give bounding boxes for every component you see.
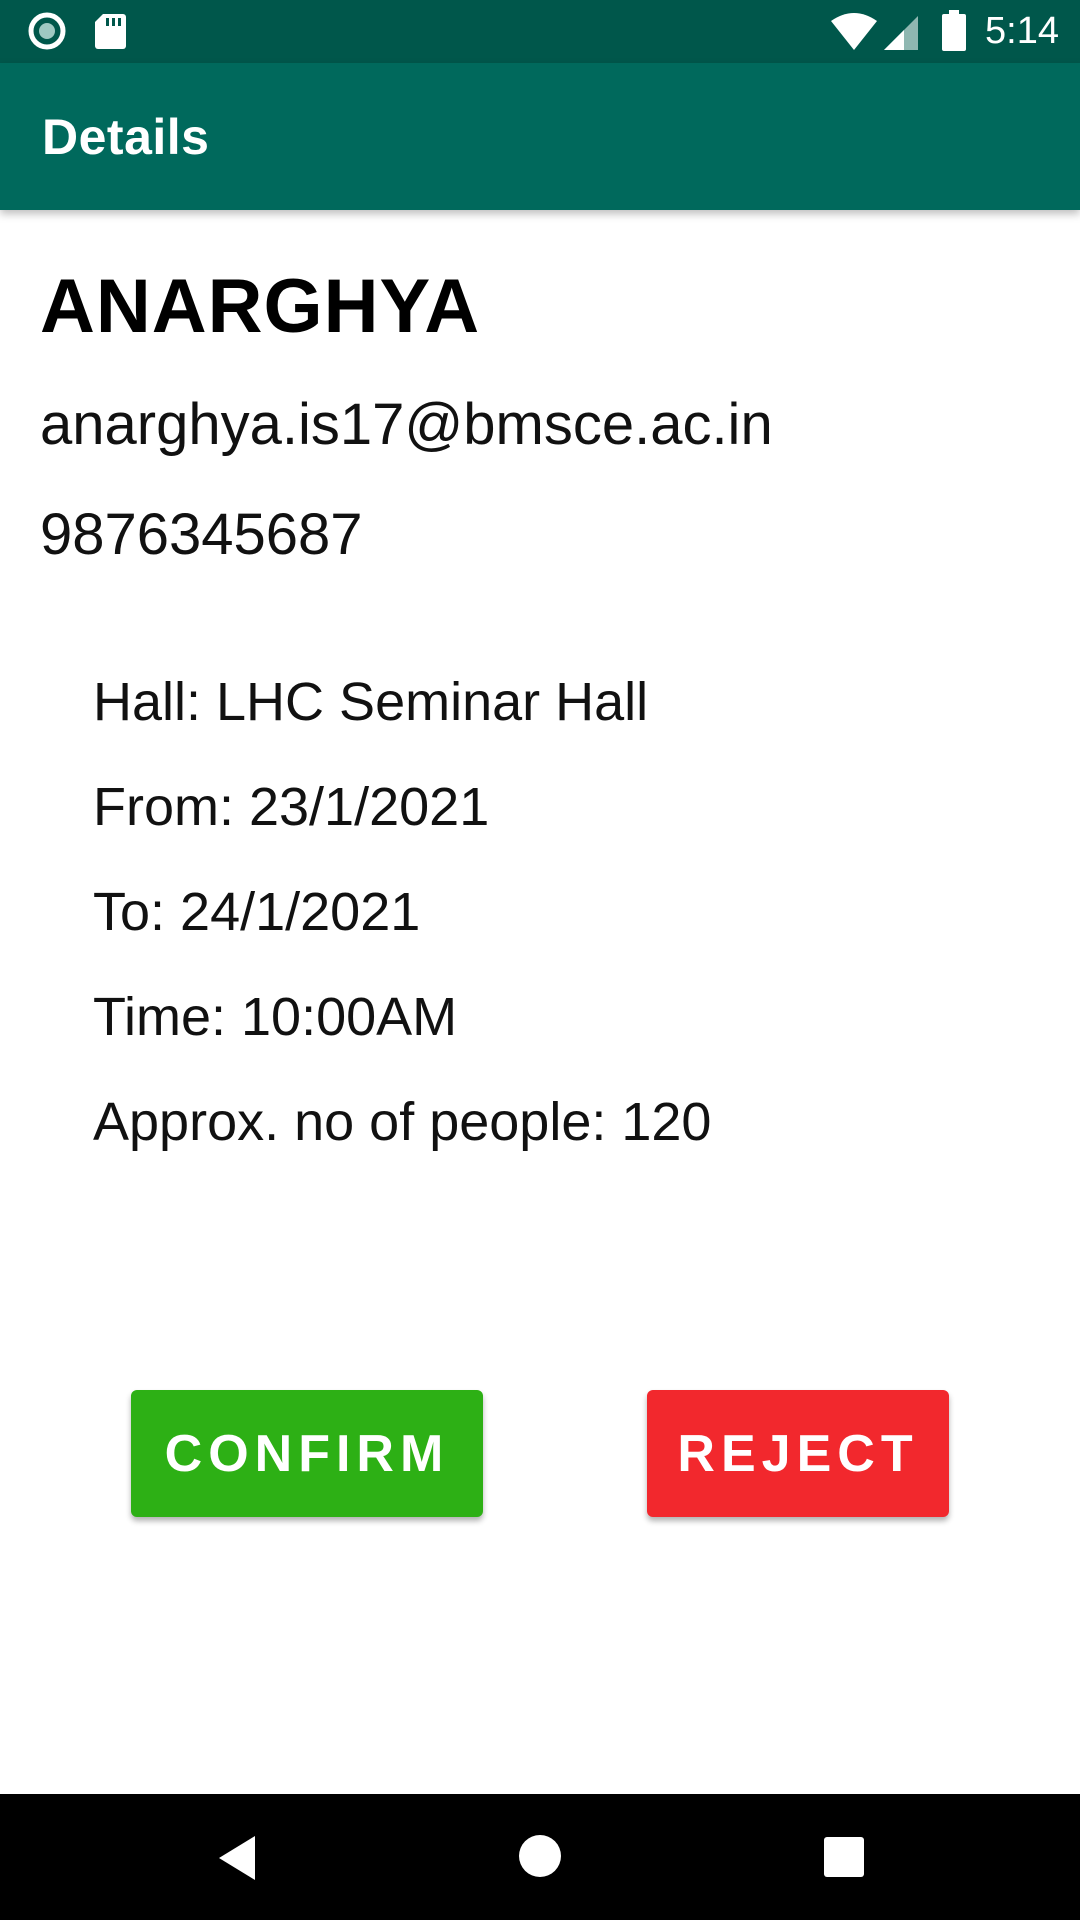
person-phone: 9876345687 bbox=[40, 502, 363, 567]
battery-icon bbox=[942, 10, 966, 51]
back-icon[interactable] bbox=[215, 1834, 259, 1882]
reject-button[interactable]: REJECT bbox=[647, 1390, 949, 1517]
wifi-icon bbox=[831, 13, 877, 50]
status-time: 5:14 bbox=[985, 10, 1059, 52]
person-name: ANARGHYA bbox=[40, 264, 481, 349]
app-bar: Details bbox=[0, 63, 1080, 210]
navigation-bar bbox=[0, 1794, 1080, 1920]
status-bar: 5:14 bbox=[0, 0, 1080, 63]
time-text: Time: 10:00AM bbox=[93, 987, 458, 1047]
screen: 5:14 Details ANARGHYA anarghya.is17@bmsc… bbox=[0, 0, 1080, 1920]
booking-details: Hall: LHC Seminar Hall From: 23/1/2021 T… bbox=[93, 650, 711, 1175]
from-date-text: From: 23/1/2021 bbox=[93, 777, 490, 837]
page-title: Details bbox=[42, 109, 210, 165]
person-email: anarghya.is17@bmsce.ac.in bbox=[40, 392, 773, 457]
sd-card-icon bbox=[95, 14, 126, 49]
people-count-text: Approx. no of people: 120 bbox=[93, 1092, 712, 1152]
to-date-text: To: 24/1/2021 bbox=[93, 882, 421, 942]
hall-text: Hall: LHC Seminar Hall bbox=[93, 672, 649, 732]
cell-signal-icon bbox=[884, 16, 918, 50]
record-icon bbox=[28, 12, 66, 50]
recents-icon[interactable] bbox=[823, 1836, 865, 1878]
confirm-button[interactable]: CONFIRM bbox=[131, 1390, 483, 1517]
home-icon[interactable] bbox=[518, 1834, 562, 1878]
